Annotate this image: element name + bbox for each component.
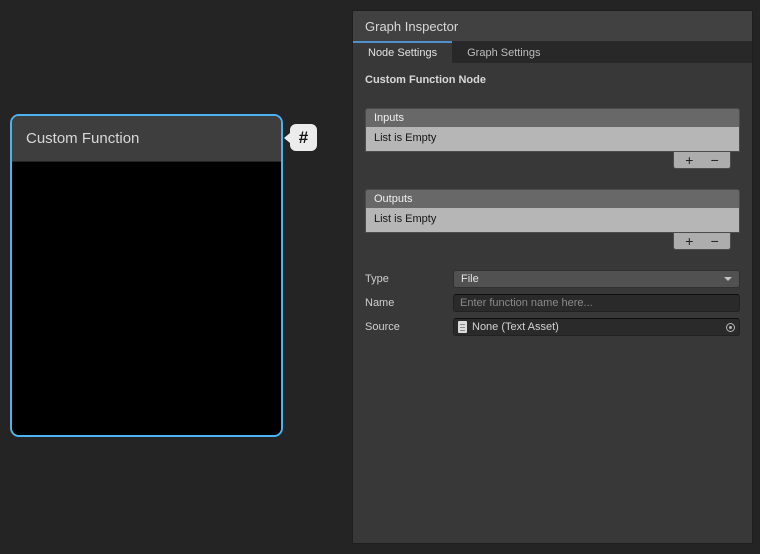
inputs-list-empty-row: List is Empty	[365, 127, 740, 152]
inspector-content: Custom Function Node Inputs List is Empt…	[353, 63, 752, 543]
outputs-list-buttons: + −	[673, 233, 731, 250]
hash-badge-label: #	[299, 128, 308, 148]
tab-node-settings-label: Node Settings	[368, 47, 437, 59]
tab-graph-settings-label: Graph Settings	[467, 47, 540, 59]
outputs-list-title: Outputs	[374, 193, 413, 205]
source-row: Source None (Text Asset)	[365, 318, 740, 336]
outputs-list-footer: + −	[365, 233, 740, 250]
outputs-list: Outputs List is Empty + −	[365, 189, 740, 250]
object-picker-icon	[726, 323, 735, 332]
panel-title: Graph Inspector	[365, 19, 458, 34]
outputs-list-empty-row: List is Empty	[365, 208, 740, 233]
type-dropdown-value: File	[461, 273, 479, 285]
custom-function-node[interactable]: Custom Function	[10, 114, 283, 437]
inputs-list-header: Inputs	[365, 108, 740, 127]
panel-title-bar: Graph Inspector	[353, 11, 752, 41]
node-body	[12, 162, 281, 435]
text-asset-icon	[458, 321, 467, 333]
source-object-value: None (Text Asset)	[472, 321, 559, 333]
inspector-tab-bar: Node Settings Graph Settings	[353, 41, 752, 63]
hash-badge-icon[interactable]: #	[290, 124, 317, 151]
type-label: Type	[365, 273, 453, 285]
tab-node-settings[interactable]: Node Settings	[353, 41, 452, 63]
chevron-down-icon	[724, 277, 732, 281]
type-dropdown[interactable]: File	[453, 270, 740, 288]
outputs-empty-label: List is Empty	[374, 213, 436, 225]
tab-graph-settings[interactable]: Graph Settings	[452, 41, 555, 63]
object-picker-button[interactable]	[721, 319, 739, 335]
inputs-list-buttons: + −	[673, 152, 731, 169]
node-title: Custom Function	[26, 130, 139, 147]
inputs-list-title: Inputs	[374, 112, 404, 124]
node-header[interactable]: Custom Function	[12, 116, 281, 162]
outputs-add-button[interactable]: +	[679, 234, 699, 249]
inputs-list-footer: + −	[365, 152, 740, 169]
graph-inspector-panel: Graph Inspector Node Settings Graph Sett…	[352, 10, 753, 544]
function-name-input[interactable]	[453, 294, 740, 312]
outputs-remove-button[interactable]: −	[705, 234, 725, 249]
type-row: Type File	[365, 270, 740, 288]
source-object-field[interactable]: None (Text Asset)	[453, 318, 740, 336]
inputs-add-button[interactable]: +	[679, 153, 699, 168]
section-title: Custom Function Node	[365, 74, 740, 86]
name-row: Name	[365, 294, 740, 312]
source-label: Source	[365, 321, 453, 333]
inputs-list: Inputs List is Empty + −	[365, 108, 740, 169]
name-label: Name	[365, 297, 453, 309]
inputs-empty-label: List is Empty	[374, 132, 436, 144]
outputs-list-header: Outputs	[365, 189, 740, 208]
inputs-remove-button[interactable]: −	[705, 153, 725, 168]
